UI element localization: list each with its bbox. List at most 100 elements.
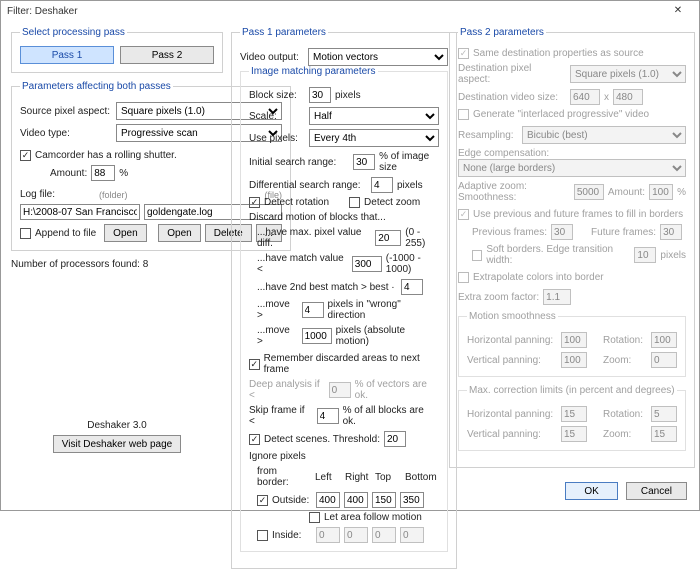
pass1-button[interactable]: Pass 1	[20, 46, 114, 64]
in-right-input	[344, 527, 368, 543]
dvs-x: x	[604, 92, 609, 103]
amount-input[interactable]	[91, 165, 115, 181]
detect-rotation-checkbox[interactable]: ✓	[249, 197, 260, 208]
upf-checkbox: ✓	[458, 209, 469, 220]
deep-label: Deep analysis if <	[249, 379, 325, 401]
edge-select: None (large borders)	[458, 159, 686, 177]
same-dest-label: Same destination properties as source	[473, 48, 644, 59]
ms-hp-label: Horizontal panning:	[467, 335, 557, 346]
scale-label: Scale:	[249, 111, 305, 122]
in-left-input	[316, 527, 340, 543]
mcl-rot-label: Rotation:	[603, 409, 647, 420]
scale-select[interactable]: Half	[309, 107, 439, 125]
dvs-label: Destination video size:	[458, 92, 566, 103]
in-top-input	[372, 527, 396, 543]
d3-label: ...have 2nd best match > best ·	[257, 282, 397, 293]
sb-input	[634, 247, 656, 263]
soft-borders-label: Soft borders. Edge transition width:	[486, 244, 630, 266]
block-size-unit: pixels	[335, 90, 361, 101]
ms-rot-label: Rotation:	[603, 335, 647, 346]
sb-unit: pixels	[660, 250, 686, 261]
src-aspect-label: Source pixel aspect:	[20, 106, 112, 117]
rolling-shutter-label: Camcorder has a rolling shutter.	[35, 150, 177, 161]
pass-legend: Select processing pass	[20, 27, 127, 38]
block-size-label: Block size:	[249, 90, 305, 101]
append-checkbox[interactable]	[20, 228, 31, 239]
dvs-width-input	[570, 89, 600, 105]
ignore-header: Ignore pixels	[249, 451, 439, 462]
inside-label: Inside:	[272, 530, 312, 541]
same-dest-checkbox: ✓	[458, 48, 469, 59]
pass2-button[interactable]: Pass 2	[120, 46, 214, 64]
d1-label: ...have max. pixel value diff.	[257, 227, 371, 249]
ff-label: Future frames:	[591, 227, 656, 238]
inside-checkbox[interactable]	[257, 530, 268, 541]
block-size-input[interactable]	[309, 87, 331, 103]
in-bottom-input	[400, 527, 424, 543]
rolling-shutter-checkbox[interactable]: ✓	[20, 150, 31, 161]
scenes-input[interactable]	[384, 431, 406, 447]
mcl-zoom-input	[651, 426, 677, 442]
ezf-input	[543, 289, 571, 305]
video-type-label: Video type:	[20, 128, 112, 139]
pf-label: Previous frames:	[472, 227, 547, 238]
video-output-select[interactable]: Motion vectors	[308, 48, 448, 66]
d4-unit: pixels in "wrong" direction	[328, 299, 439, 321]
ok-button[interactable]: OK	[565, 482, 617, 500]
d4-input[interactable]	[302, 302, 324, 318]
detect-scenes-label: Detect scenes. Threshold:	[264, 434, 380, 445]
ms-zoom-input	[651, 352, 677, 368]
bottom-label: Bottom	[405, 472, 435, 483]
both-passes-legend: Parameters affecting both passes	[20, 81, 173, 92]
ms-vp-label: Vertical panning:	[467, 355, 557, 366]
dpa-select: Square pixels (1.0)	[570, 65, 686, 83]
open-file-button[interactable]: Open	[158, 224, 200, 242]
dsr-input[interactable]	[371, 177, 393, 193]
skip-unit: % of all blocks are ok.	[343, 405, 439, 427]
out-left-input[interactable]	[316, 492, 340, 508]
image-matching-group: Image matching parameters Block size:pix…	[240, 66, 448, 552]
dpa-label: Destination pixel aspect:	[458, 63, 566, 85]
dialog-window: Filter: Deshaker ✕ Select processing pas…	[0, 0, 700, 511]
append-label: Append to file	[35, 228, 96, 239]
d3-input[interactable]	[401, 279, 423, 295]
folder-hint: (folder)	[99, 190, 128, 200]
edge-label: Edge compensation:	[458, 148, 686, 159]
close-icon[interactable]: ✕	[663, 3, 693, 21]
log-folder-input[interactable]	[20, 204, 140, 220]
logfile-label: Log file:	[20, 189, 55, 200]
mcl-vp-label: Vertical panning:	[467, 429, 557, 440]
letarea-checkbox[interactable]	[309, 512, 320, 523]
out-top-input[interactable]	[372, 492, 396, 508]
d5-input[interactable]	[302, 328, 332, 344]
out-bottom-input[interactable]	[400, 492, 424, 508]
use-pixels-select[interactable]: Every 4th	[309, 129, 439, 147]
gip-checkbox	[458, 109, 469, 120]
letarea-label: Let area follow motion	[324, 512, 422, 523]
amount-pct: %	[119, 168, 128, 179]
d1-unit: (0 - 255)	[405, 227, 439, 249]
isr-input[interactable]	[353, 154, 375, 170]
dvs-height-input	[613, 89, 643, 105]
mcl-zoom-label: Zoom:	[603, 429, 647, 440]
az-smooth-input	[574, 184, 604, 200]
mcl-hp-label: Horizontal panning:	[467, 409, 557, 420]
skip-input[interactable]	[317, 408, 339, 424]
visit-webpage-button[interactable]: Visit Deshaker web page	[53, 435, 181, 453]
version-label: Deshaker 3.0	[11, 420, 223, 431]
open-folder-button[interactable]: Open	[104, 224, 146, 242]
detect-scenes-checkbox[interactable]: ✓	[249, 434, 260, 445]
resampling-select: Bicubic (best)	[522, 126, 686, 144]
outside-checkbox[interactable]: ✓	[257, 495, 268, 506]
left-label: Left	[315, 472, 341, 483]
d4-label: ...move >	[257, 299, 298, 321]
cancel-button[interactable]: Cancel	[626, 482, 687, 500]
remember-checkbox[interactable]: ✓	[249, 359, 260, 370]
d2-input[interactable]	[352, 256, 382, 272]
pass1-legend: Pass 1 parameters	[240, 27, 328, 38]
d1-input[interactable]	[375, 230, 401, 246]
az-amount-input	[649, 184, 673, 200]
out-right-input[interactable]	[344, 492, 368, 508]
detect-zoom-checkbox[interactable]	[349, 197, 360, 208]
ff-input	[660, 224, 682, 240]
